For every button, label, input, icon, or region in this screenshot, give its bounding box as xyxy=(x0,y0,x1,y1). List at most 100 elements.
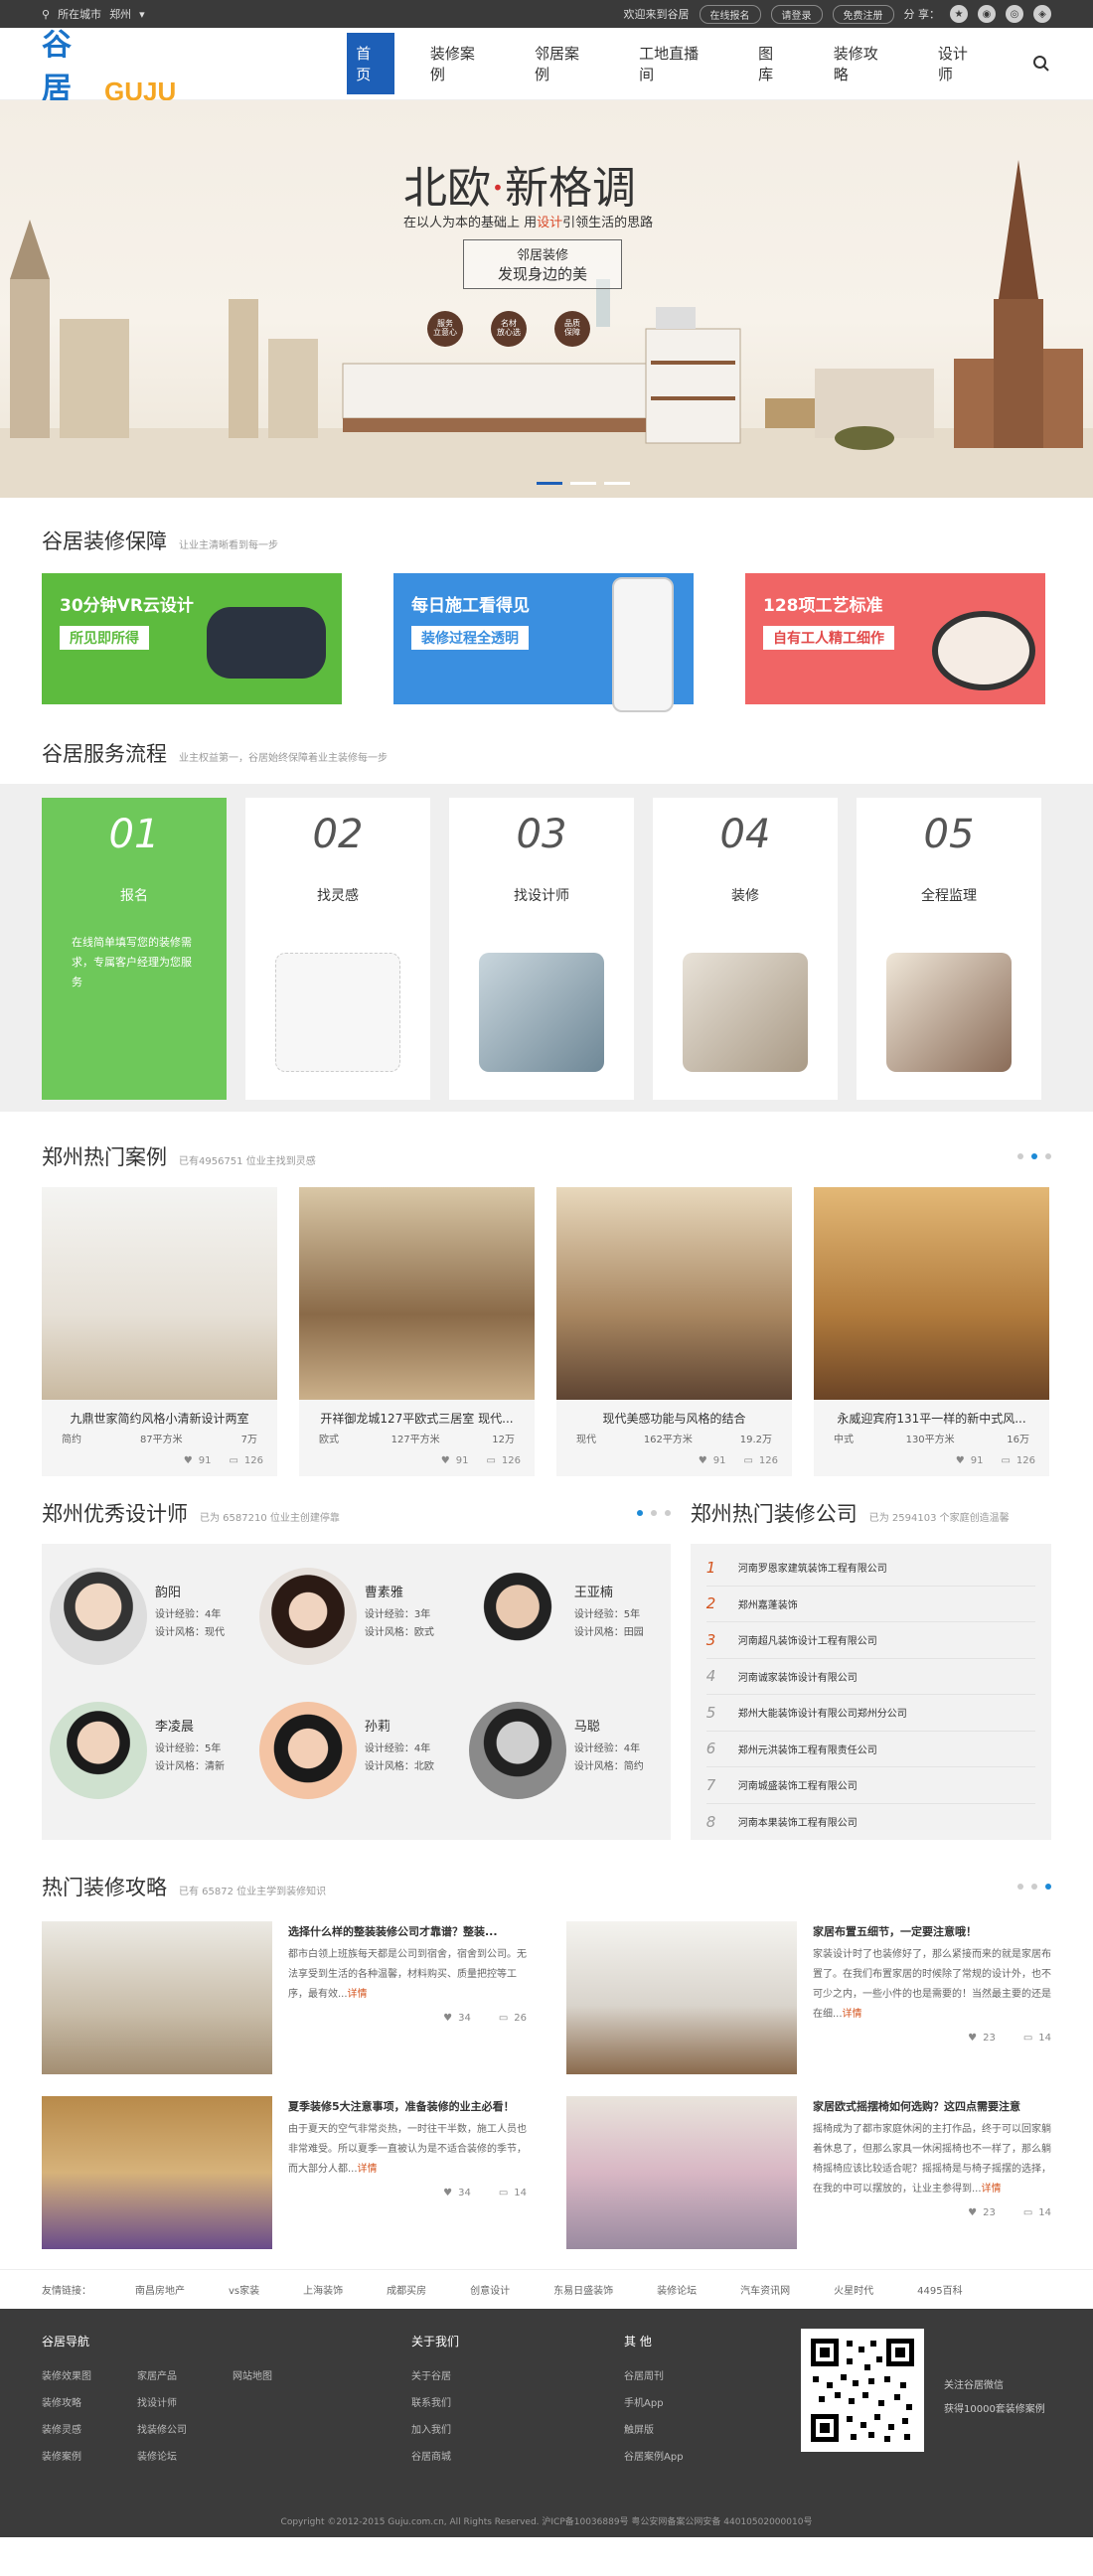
pager-dot[interactable] xyxy=(1045,1153,1051,1159)
login-button[interactable]: 请登录 xyxy=(770,4,823,24)
footer-link[interactable]: 谷居商城 xyxy=(411,2444,481,2471)
guarantee-card-vr[interactable]: 30分钟VR云设计 所见即所得 xyxy=(42,573,342,704)
comment-icon[interactable]: ▭ xyxy=(499,2188,508,2198)
guarantee-card-daily[interactable]: 每日施工看得见 装修过程全透明 xyxy=(393,573,694,712)
company-item[interactable]: 8 河南本果装饰工程有限公司 xyxy=(706,1804,1035,1841)
pager-dot[interactable] xyxy=(1017,1884,1023,1890)
heart-icon[interactable]: ♥ xyxy=(443,2188,452,2198)
footer-link[interactable]: 装修案例 xyxy=(42,2444,111,2471)
banner-dot[interactable] xyxy=(537,482,562,485)
friend-link[interactable]: 东易日盛装饰 xyxy=(553,2282,613,2297)
heart-icon[interactable]: ♥ xyxy=(968,2033,977,2044)
flow-step-2[interactable]: 02 找灵感 xyxy=(245,798,430,1100)
case-card[interactable]: 现代美感功能与风格的结合 现代 162平方米 19.2万 ♥ 91 ▭ 126 xyxy=(556,1187,792,1476)
case-card[interactable]: 永威迎宾府131平一样的新中式风... 中式 130平方米 16万 ♥ 91 ▭ 126 xyxy=(814,1187,1049,1476)
nav-neighbor-cases[interactable]: 邻居案例 xyxy=(525,33,603,94)
footer-link[interactable]: 找设计师 xyxy=(137,2390,207,2417)
designer-card[interactable]: 韵阳 设计经验：4年 设计风格：现代 xyxy=(42,1558,251,1692)
case-card[interactable]: 九鼎世家简约风格小清新设计两室 简约 87平方米 7万 ♥ 91 ▭ 126 xyxy=(42,1187,277,1476)
footer-link[interactable]: 手机App xyxy=(624,2390,694,2417)
hero-banner[interactable]: 北欧·新格调 在以人为本的基础上 用设计引领生活的思路 邻居装修 发现身边的美 … xyxy=(0,100,1093,498)
heart-icon[interactable]: ♥ xyxy=(699,1455,707,1466)
nav-cases[interactable]: 装修案例 xyxy=(420,33,499,94)
pager-dot[interactable] xyxy=(664,1510,671,1516)
heart-icon[interactable]: ♥ xyxy=(968,2207,977,2218)
flow-step-3[interactable]: 03 找设计师 xyxy=(449,798,634,1100)
footer-link[interactable]: 网站地图 xyxy=(233,2363,302,2390)
designer-card[interactable]: 曹素雅 设计经验：3年 设计风格：欧式 xyxy=(251,1558,461,1692)
friend-link[interactable]: 4495百科 xyxy=(917,2282,962,2297)
footer-link[interactable]: 装修论坛 xyxy=(137,2444,207,2471)
footer-link[interactable]: 装修灵感 xyxy=(42,2417,111,2444)
flow-step-5[interactable]: 05 全程监理 xyxy=(857,798,1041,1100)
heart-icon[interactable]: ♥ xyxy=(441,1455,450,1466)
comment-icon[interactable]: ▭ xyxy=(1023,2033,1032,2044)
friend-link[interactable]: 创意设计 xyxy=(470,2282,510,2297)
footer-link[interactable]: 加入我们 xyxy=(411,2417,481,2444)
guarantee-card-standard[interactable]: 128项工艺标准 自有工人精工细作 xyxy=(745,573,1045,704)
friend-link[interactable]: 上海装饰 xyxy=(303,2282,343,2297)
banner-dot[interactable] xyxy=(570,482,596,485)
designer-card[interactable]: 马聪 设计经验：4年 设计风格：简约 xyxy=(461,1692,671,1826)
company-item[interactable]: 3 河南超凡装饰设计工程有限公司 xyxy=(705,1622,1035,1659)
comment-icon[interactable]: ▭ xyxy=(229,1455,237,1466)
weibo-icon[interactable]: ◉ xyxy=(978,5,996,23)
friend-link[interactable]: 成都买房 xyxy=(387,2282,426,2297)
register-button[interactable]: 免费注册 xyxy=(832,4,894,24)
guide-more-link[interactable]: 详情 xyxy=(982,2184,1002,2195)
nav-home[interactable]: 首页 xyxy=(347,33,394,94)
nav-gallery[interactable]: 图库 xyxy=(748,33,798,94)
nav-guides[interactable]: 装修攻略 xyxy=(824,33,902,94)
logo[interactable]: 谷居 GUJU xyxy=(42,20,176,107)
banner-dot[interactable] xyxy=(604,482,630,485)
pager-dot[interactable] xyxy=(650,1510,657,1516)
guide-card[interactable]: 选择什么样的整装装修公司才靠谱？整装... 都市白领上班族每天都是公司到宿舍，宿舍… xyxy=(42,1921,527,2074)
designer-card[interactable]: 孙莉 设计经验：4年 设计风格：北欧 xyxy=(251,1692,461,1826)
friend-link[interactable]: 火星时代 xyxy=(834,2282,873,2297)
pager-dot[interactable] xyxy=(1031,1884,1037,1890)
pager-dot[interactable] xyxy=(1045,1884,1051,1890)
search-icon[interactable] xyxy=(1031,54,1051,74)
designer-card[interactable]: 李凌晨 设计经验：5年 设计风格：清新 xyxy=(42,1692,251,1826)
guide-more-link[interactable]: 详情 xyxy=(348,1989,368,2000)
footer-link[interactable]: 找装修公司 xyxy=(137,2417,207,2444)
footer-link[interactable]: 装修攻略 xyxy=(42,2390,111,2417)
qzone-icon[interactable]: ★ xyxy=(950,5,968,23)
pager-dot[interactable] xyxy=(636,1510,643,1516)
pager-dot[interactable] xyxy=(1017,1153,1023,1159)
comment-icon[interactable]: ▭ xyxy=(1001,1455,1010,1466)
heart-icon[interactable]: ♥ xyxy=(956,1455,965,1466)
case-card[interactable]: 开祥御龙城127平欧式三居室 现代... 欧式 127平方米 12万 ♥ 91 ▭ 126 xyxy=(299,1187,535,1476)
footer-link[interactable]: 家居产品 xyxy=(137,2363,207,2390)
flow-step-4[interactable]: 04 装修 xyxy=(653,798,838,1100)
footer-link[interactable]: 联系我们 xyxy=(411,2390,481,2417)
footer-link[interactable]: 谷居案例App xyxy=(624,2444,713,2471)
footer-link[interactable]: 触屏版 xyxy=(624,2417,694,2444)
guide-card[interactable]: 家居布置五细节，一定要注意哦！ 家装设计时了也装修好了，那么紧接而来的就是家居布置… xyxy=(566,1921,1051,2074)
flow-step-1[interactable]: 01 报名 在线简单填写您的装修需求，专属客户经理为您服务 xyxy=(42,798,227,1100)
friend-link[interactable]: 汽车资讯网 xyxy=(740,2282,790,2297)
tencent-weibo-icon[interactable]: ◈ xyxy=(1033,5,1051,23)
pager-dot[interactable] xyxy=(1031,1153,1037,1159)
online-signup-button[interactable]: 在线报名 xyxy=(699,4,761,24)
footer-link[interactable]: 装修效果图 xyxy=(42,2363,111,2390)
company-item[interactable]: 1 河南罗恩家建筑装饰工程有限公司 xyxy=(705,1550,1035,1587)
footer-link[interactable]: 谷居周刊 xyxy=(624,2363,694,2390)
nav-site-live[interactable]: 工地直播间 xyxy=(629,33,722,94)
designer-card[interactable]: 王亚楠 设计经验：5年 设计风格：田园 xyxy=(461,1558,671,1692)
friend-link[interactable]: 装修论坛 xyxy=(657,2282,697,2297)
nav-designers[interactable]: 设计师 xyxy=(928,33,992,94)
comment-icon[interactable]: ▭ xyxy=(499,2013,508,2024)
comment-icon[interactable]: ▭ xyxy=(1023,2207,1032,2218)
friend-link[interactable]: 南昌房地产 xyxy=(135,2282,185,2297)
guide-more-link[interactable]: 详情 xyxy=(843,2009,862,2020)
guide-card[interactable]: 夏季装修5大注意事项，准备装修的业主必看！ 由于夏天的空气非常炎热，一时往干半数，… xyxy=(42,2096,527,2249)
heart-icon[interactable]: ♥ xyxy=(443,2013,452,2024)
company-item[interactable]: 6 郑州元洪装饰工程有限责任公司 xyxy=(705,1732,1035,1767)
guide-more-link[interactable]: 详情 xyxy=(358,2164,378,2175)
company-item[interactable]: 4 河南诚家装饰设计有限公司 xyxy=(705,1659,1035,1695)
comment-icon[interactable]: ▭ xyxy=(486,1455,495,1466)
wechat-icon[interactable]: ◎ xyxy=(1006,5,1023,23)
footer-link[interactable]: 关于谷居 xyxy=(411,2363,481,2390)
friend-link[interactable]: vs家装 xyxy=(229,2282,259,2297)
